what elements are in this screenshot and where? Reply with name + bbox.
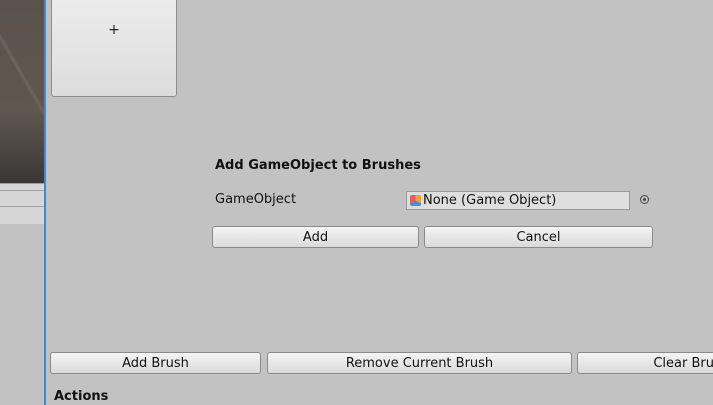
gameobject-icon bbox=[410, 195, 421, 206]
scene-view-strip bbox=[0, 0, 44, 405]
gameobject-field-value: None (Game Object) bbox=[423, 193, 557, 208]
actions-section-header: Actions bbox=[54, 389, 109, 404]
gameobject-field[interactable]: None (Game Object) bbox=[406, 191, 630, 210]
panel-focus-border bbox=[44, 0, 46, 405]
dialog-title: Add GameObject to Brushes bbox=[215, 158, 421, 173]
add-brush-button[interactable]: Add Brush bbox=[50, 352, 261, 374]
add-button[interactable]: Add bbox=[212, 226, 419, 248]
object-picker-icon[interactable] bbox=[640, 195, 649, 204]
brush-tile-add[interactable]: + bbox=[51, 0, 177, 97]
scene-view-geometry bbox=[0, 0, 44, 150]
scene-view-ground bbox=[0, 183, 44, 224]
remove-current-brush-button[interactable]: Remove Current Brush bbox=[267, 352, 572, 374]
clear-brushes-button[interactable]: Clear Bru bbox=[577, 352, 713, 374]
cancel-button[interactable]: Cancel bbox=[424, 226, 653, 248]
plus-icon: + bbox=[108, 22, 120, 38]
gameobject-field-label: GameObject bbox=[215, 192, 297, 207]
